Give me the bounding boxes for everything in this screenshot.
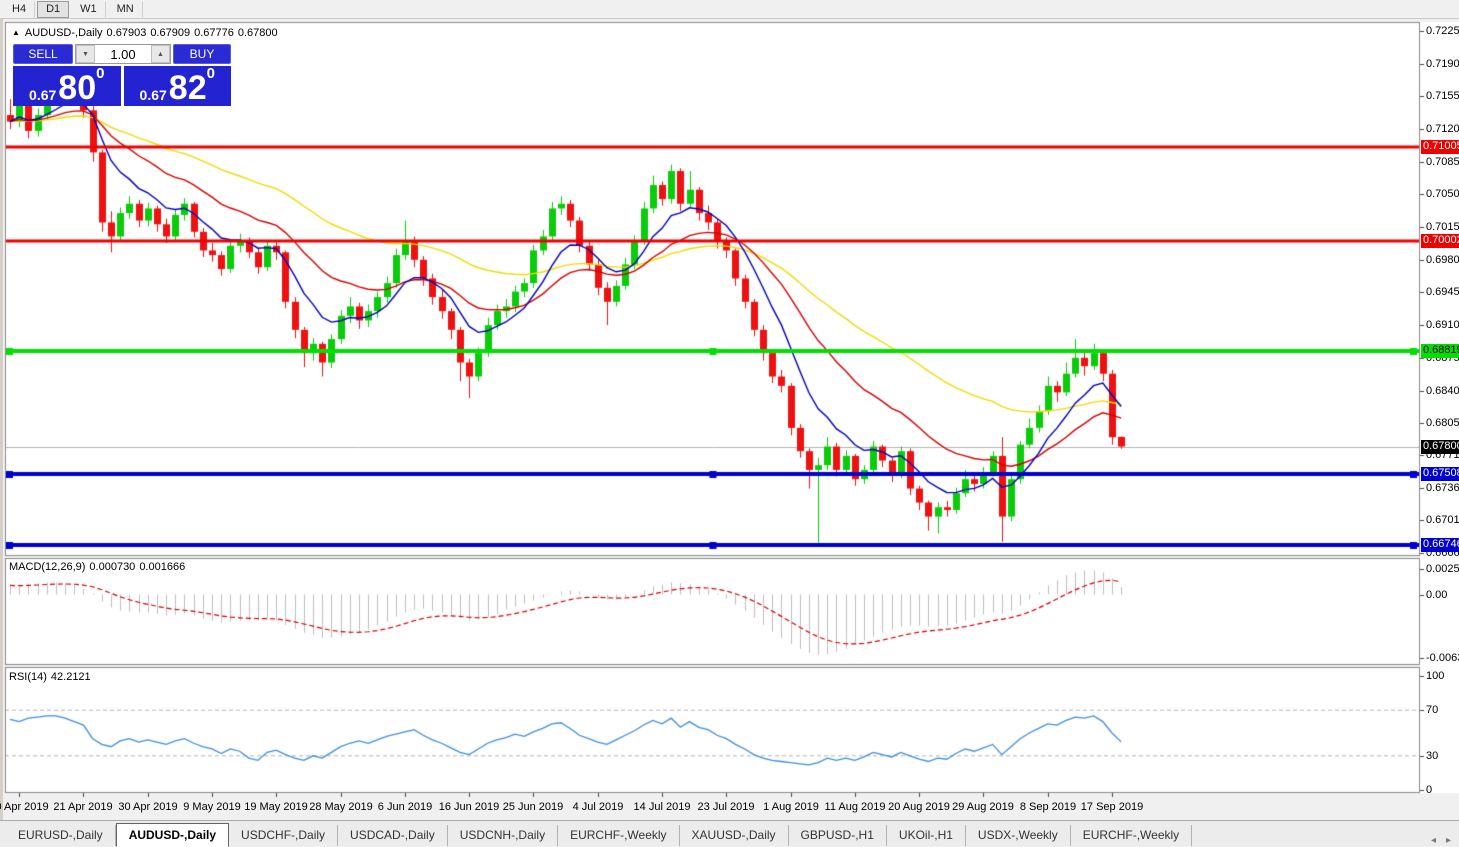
date-axis-label: 14 Jul 2019	[634, 801, 691, 813]
ohlc-high: 0.67909	[150, 27, 190, 39]
date-axis-label: 11 Aug 2019	[825, 801, 886, 813]
rsi-name: RSI(14)	[9, 671, 47, 683]
one-click-trading-panel: SELL ▼ ▲ BUY 0.67800 0.67820	[13, 44, 231, 106]
buy-price-box[interactable]: 0.67820	[124, 66, 232, 106]
date-axis-label: 9 May 2019	[183, 801, 240, 813]
tabs-scroll-right-button[interactable]: ▸	[1446, 835, 1451, 846]
rsi-axis-tick: 0	[1426, 784, 1432, 796]
volume-increase-button[interactable]: ▲	[151, 45, 170, 63]
date-axis-label: 21 Apr 2019	[53, 801, 112, 813]
price-axis-tick: 0.71900	[1426, 58, 1459, 70]
price-axis-tick: 0.67010	[1426, 514, 1459, 526]
rsi-axis-tick: 30	[1426, 750, 1438, 762]
date-axis-label: 30 Apr 2019	[118, 801, 177, 813]
symbol-tab-bar: EURUSD-,DailyAUDUSD-,DailyUSDCHF-,DailyU…	[0, 820, 1459, 846]
line-price-label: 0.66746	[1421, 538, 1459, 552]
symbol-tab-eurchf-weekly[interactable]: EURCHF-,Weekly	[1071, 825, 1192, 846]
symbol-tab-usdchf-daily[interactable]: USDCHF-,Daily	[229, 825, 338, 846]
line-price-label: 0.68819	[1421, 344, 1459, 358]
symbol-tab-usdcnh-daily[interactable]: USDCNH-,Daily	[448, 825, 558, 846]
date-axis-label: 16 Jun 2019	[439, 801, 500, 813]
macd-value: 0.000730	[89, 561, 135, 573]
ohlc-low: 0.67776	[194, 27, 234, 39]
price-chart-canvas[interactable]	[0, 0, 1459, 846]
rsi-value: 42.2121	[51, 671, 91, 683]
line-price-label: 0.67508	[1421, 467, 1459, 481]
macd-indicator-label: MACD(12,26,9) 0.000730 0.001666	[9, 561, 189, 573]
price-axis-tick: 0.71200	[1426, 123, 1459, 135]
tabs-scroll-left-button[interactable]: ◂	[1431, 835, 1436, 846]
volume-decrease-button[interactable]: ▼	[76, 45, 95, 63]
sell-price-big: 80	[58, 73, 96, 103]
buy-price-base: 0.67	[140, 87, 167, 103]
sell-button[interactable]: SELL	[13, 44, 73, 64]
price-axis-tick: 0.72250	[1426, 25, 1459, 37]
price-axis-tick: 0.70500	[1426, 188, 1459, 200]
price-axis-tick: 0.69800	[1426, 254, 1459, 266]
symbol-tab-usdx-weekly[interactable]: USDX-,Weekly	[966, 825, 1071, 846]
price-axis-tick: 0.70150	[1426, 221, 1459, 233]
volume-control: ▼ ▲	[75, 44, 171, 64]
price-axis-tick: 0.69100	[1426, 319, 1459, 331]
macd-signal-value: 0.001666	[139, 561, 185, 573]
macd-axis-tick: 0.00	[1426, 589, 1447, 601]
price-axis-tick: 0.69450	[1426, 286, 1459, 298]
buy-price-big: 82	[169, 73, 207, 103]
ohlc-close: 0.67800	[238, 27, 278, 39]
price-axis-tick: 0.70850	[1426, 156, 1459, 168]
chart-symbol-label: AUDUSD-,Daily	[25, 27, 103, 39]
date-axis-label: 19 May 2019	[244, 801, 308, 813]
rsi-axis-tick: 70	[1426, 704, 1438, 716]
price-axis-tick: 0.71550	[1426, 90, 1459, 102]
symbol-tab-eurchf-weekly[interactable]: EURCHF-,Weekly	[558, 825, 679, 846]
volume-input[interactable]	[95, 45, 151, 63]
line-price-label: 0.70002	[1421, 234, 1459, 248]
symbol-tab-ukoil-h1[interactable]: UKOil-,H1	[887, 825, 966, 846]
chart-title: ▲ AUDUSD-,Daily 0.679030.67909 0.67776 0.678…	[12, 27, 282, 39]
macd-axis-tick: -0.00632	[1426, 652, 1459, 664]
date-axis-label: 25 Jun 2019	[503, 801, 564, 813]
macd-name: MACD(12,26,9)	[9, 561, 85, 573]
date-axis-label: 29 Aug 2019	[952, 801, 1014, 813]
rsi-indicator-label: RSI(14) 42.2121	[9, 671, 95, 683]
symbol-tab-usdcad-daily[interactable]: USDCAD-,Daily	[338, 825, 448, 846]
line-price-label: 0.71005	[1421, 140, 1459, 154]
symbol-tab-eurusd-daily[interactable]: EURUSD-,Daily	[6, 825, 116, 846]
date-axis-label: 17 Sep 2019	[1081, 801, 1143, 813]
rsi-axis-tick: 100	[1426, 670, 1444, 682]
date-axis-label: 28 May 2019	[309, 801, 373, 813]
symbol-tab-audusd-daily[interactable]: AUDUSD-,Daily	[116, 823, 229, 847]
price-axis-tick: 0.67360	[1426, 482, 1459, 494]
ohlc-open: 0.67903	[107, 27, 147, 39]
current-price-label: 0.67800	[1421, 440, 1459, 454]
date-axis-label: 4 Jul 2019	[573, 801, 624, 813]
buy-button[interactable]: BUY	[173, 44, 231, 64]
date-axis-label: 20 Aug 2019	[888, 801, 950, 813]
date-axis-label: 1 Aug 2019	[763, 801, 819, 813]
price-axis-tick: 0.68400	[1426, 385, 1459, 397]
sell-price-base: 0.67	[29, 87, 56, 103]
date-axis-label: 10 Apr 2019	[0, 801, 49, 813]
application-window: H4D1W1MN ▲AUDUSD-,Daily0.679030.679090.6…	[0, 0, 1459, 846]
date-axis-label: 8 Sep 2019	[1020, 801, 1076, 813]
price-axis-tick: 0.68050	[1426, 417, 1459, 429]
date-axis-label: 6 Jun 2019	[378, 801, 432, 813]
macd-axis-tick: 0.002574	[1426, 563, 1459, 575]
date-axis-label: 23 Jul 2019	[698, 801, 755, 813]
sell-price-sup: 0	[96, 68, 104, 80]
collapse-arrow-icon[interactable]: ▲	[12, 28, 20, 37]
symbol-tab-xauusd-daily[interactable]: XAUUSD-,Daily	[680, 825, 789, 846]
symbol-tab-gbpusd-h1[interactable]: GBPUSD-,H1	[789, 825, 887, 846]
sell-price-box[interactable]: 0.67800	[13, 66, 121, 106]
buy-price-sup: 0	[207, 68, 215, 80]
